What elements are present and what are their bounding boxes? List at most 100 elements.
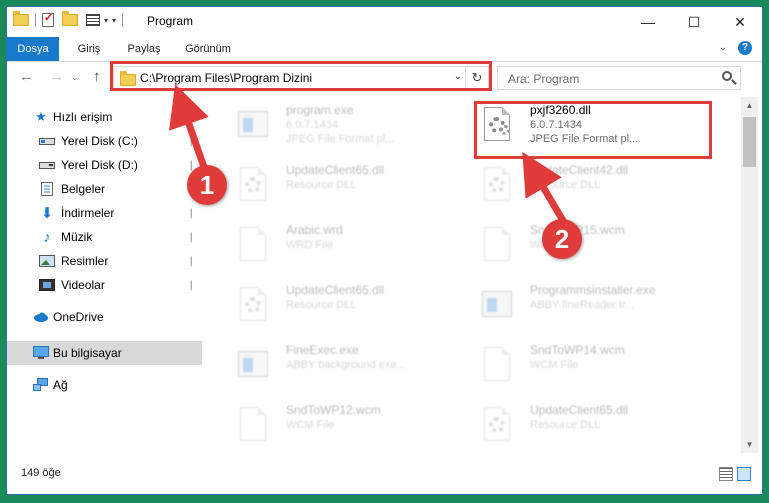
file-tile[interactable]: SndToWP15.wcm WCM File [460, 217, 710, 273]
details-view-icon[interactable] [719, 467, 733, 481]
sidebar-item-this-pc[interactable]: Bu bilgisayar [7, 341, 202, 365]
dll-gear-icon [236, 285, 270, 325]
sidebar-item-local-disk-d[interactable]: Yerel Disk (D:) ❘ [7, 153, 202, 177]
view-icon[interactable] [86, 14, 100, 26]
folder-icon [13, 11, 29, 26]
sidebar-item-pictures[interactable]: Resimler ❘ [7, 249, 202, 273]
navigation-pane: ★ Hızlı erişim Yerel Disk (C:) ❘ Yerel D… [7, 97, 202, 457]
file-tile[interactable]: Programmsinstaller.exe ABBY fineReader t… [460, 277, 710, 333]
exe-icon [236, 345, 270, 385]
file-detail: ABBY background exe... [286, 359, 406, 371]
file-tile[interactable]: UpdateClient65.dll Resource DLL [216, 157, 466, 213]
help-icon[interactable]: ? [738, 41, 752, 55]
customize-toolbar-icon[interactable]: ▾ [112, 16, 116, 25]
sidebar-item-label: Yerel Disk (C:) [61, 134, 138, 148]
maximize-button[interactable]: ☐ [671, 7, 717, 37]
network-icon [33, 378, 49, 392]
file-tile[interactable]: UpdateClient65.dll Resource DLL [216, 277, 466, 333]
file-detail: WCM File [530, 359, 579, 371]
close-button[interactable]: ✕ [717, 7, 762, 37]
up-arrow-icon[interactable]: ↑ [93, 68, 101, 85]
sidebar-item-documents[interactable]: Belgeler ❘ [7, 177, 202, 201]
file-tile[interactable]: FineExec.exe ABBY background exe... [216, 337, 466, 393]
sidebar-item-downloads[interactable]: ⬇ İndirmeler ❘ [7, 201, 202, 225]
new-folder-icon[interactable] [62, 11, 78, 26]
sidebar-item-onedrive[interactable]: OneDrive [7, 305, 202, 329]
sidebar-item-label: Müzik [61, 230, 93, 244]
search-icon[interactable] [722, 71, 732, 81]
scroll-up-icon[interactable]: ▲ [741, 97, 758, 114]
sidebar-item-quick-access[interactable]: ★ Hızlı erişim [7, 105, 202, 129]
minimize-button[interactable]: — [625, 7, 671, 37]
file-icon [236, 405, 270, 445]
sidebar-item-videos[interactable]: Videolar ❘ [7, 273, 202, 297]
tiles-view-icon[interactable] [737, 467, 751, 481]
file-tile[interactable]: program.exe 6.0.7.1434 JPEG File Format … [216, 97, 466, 153]
file-tile[interactable]: UpdateClient65.dll Resource DLL [460, 397, 710, 453]
file-detail: Resource DLL [286, 299, 357, 311]
pin-icon[interactable]: ❘ [187, 256, 195, 267]
sidebar-item-label: Bu bilgisayar [53, 346, 122, 360]
item-count: 149 öğe [21, 467, 61, 479]
file-detail: ABBY fineReader tr... [530, 299, 635, 311]
forward-arrow-icon[interactable]: → [49, 68, 64, 85]
file-detail: Resource DLL [530, 419, 601, 431]
tab-home[interactable]: Giriş [67, 37, 111, 61]
dll-gear-icon [480, 165, 514, 205]
file-tile[interactable]: SndToWP14.wcm WCM File [460, 337, 710, 393]
step-badge-2: 2 [542, 219, 582, 259]
back-arrow-icon[interactable]: ← [19, 68, 34, 85]
sidebar-item-local-disk-c[interactable]: Yerel Disk (C:) ❘ [7, 129, 202, 153]
properties-icon[interactable] [42, 11, 54, 27]
vertical-scrollbar[interactable]: ▲ ▼ [741, 97, 758, 453]
drive-icon [39, 134, 55, 148]
file-detail: Resource DLL [530, 179, 601, 191]
title-bar: ▾ ▾ Program — ☐ ✕ [7, 7, 762, 37]
sidebar-item-label: Belgeler [61, 182, 106, 196]
file-name: SndToWP14.wcm [530, 343, 625, 357]
sidebar-item-label: İndirmeler [61, 206, 115, 220]
file-name: UpdateClient65.dll [530, 403, 629, 417]
file-name: Programmsinstaller.exe [530, 283, 656, 297]
file-tile[interactable]: SndToWP12.wcm WCM File [216, 397, 466, 453]
pin-icon[interactable]: ❘ [187, 136, 195, 147]
file-detail: JPEG File Format pl... [286, 133, 395, 145]
dll-gear-icon [480, 405, 514, 445]
tab-view[interactable]: Görünüm [177, 37, 239, 61]
search-box[interactable]: Ara: Program [497, 66, 741, 90]
chevron-down-icon[interactable]: ▾ [104, 16, 108, 25]
file-icon [480, 345, 514, 385]
pin-icon[interactable]: ❘ [187, 280, 195, 291]
quick-access-toolbar: ▾ ▾ [13, 11, 125, 27]
sidebar-item-label: Resimler [61, 254, 109, 268]
exe-icon [236, 105, 270, 145]
sidebar-item-music[interactable]: ♪ Müzik ❘ [7, 225, 202, 249]
download-icon: ⬇ [40, 205, 54, 222]
expand-ribbon-icon[interactable]: ⌄ [716, 41, 730, 55]
file-name: program.exe [286, 103, 354, 117]
tab-share[interactable]: Paylaş [119, 37, 169, 61]
sidebar-item-network[interactable]: Ağ [7, 373, 202, 397]
recent-locations-icon[interactable]: ⌄ [71, 72, 79, 83]
file-name: SndToWP12.wcm [286, 403, 381, 417]
scroll-down-icon[interactable]: ▼ [741, 436, 758, 453]
sidebar-item-label: Videolar [61, 278, 105, 292]
sidebar-item-label: Yerel Disk (D:) [61, 158, 138, 172]
sidebar-item-label: OneDrive [53, 310, 104, 324]
sidebar-item-label: Hızlı erişim [53, 110, 113, 124]
scroll-thumb[interactable] [743, 117, 756, 167]
search-input[interactable]: Ara: Program [508, 72, 579, 86]
file-detail: WRD File [286, 239, 334, 251]
file-icon [480, 225, 514, 265]
file-tile[interactable]: UpdateClient42.dll Resource DLL [460, 157, 710, 213]
computer-icon [33, 346, 49, 360]
pin-icon[interactable]: ❘ [187, 208, 195, 219]
documents-icon [39, 182, 55, 196]
highlight-address-bar [110, 61, 492, 91]
file-tile[interactable]: Arabic.wrd WRD File [216, 217, 466, 273]
tab-file[interactable]: Dosya [7, 37, 59, 61]
pin-icon[interactable]: ❘ [187, 232, 195, 243]
exe-icon [480, 285, 514, 325]
music-icon: ♪ [43, 228, 51, 246]
cloud-icon [33, 310, 49, 324]
